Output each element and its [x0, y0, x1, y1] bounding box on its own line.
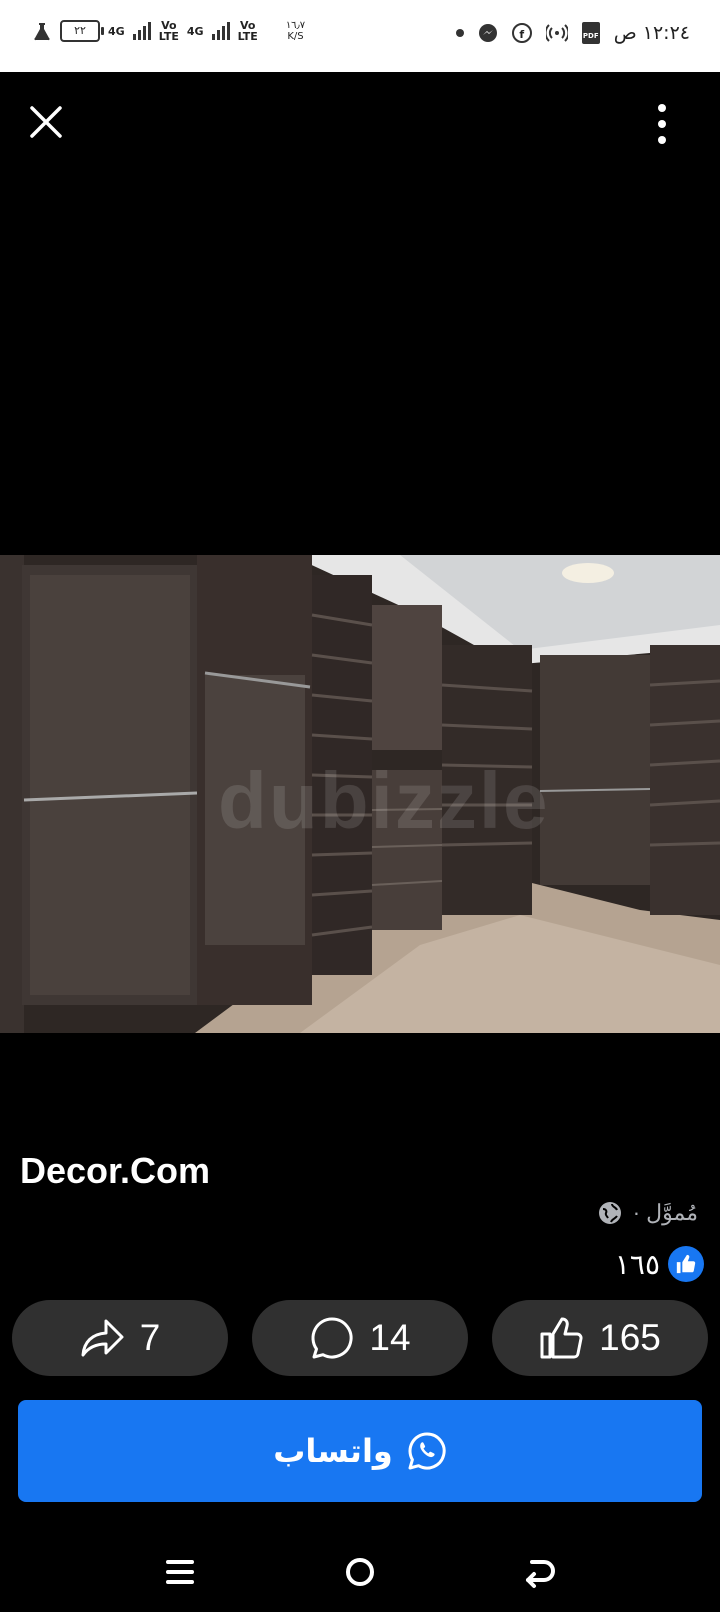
close-icon	[30, 106, 62, 138]
page-title[interactable]: Decor.Com	[20, 1150, 210, 1192]
network-type-1: 4G	[108, 24, 125, 38]
back-icon	[526, 1560, 555, 1588]
pdf-icon: PDF	[581, 22, 600, 44]
whatsapp-button[interactable]: واتساب	[18, 1400, 702, 1502]
more-options-button[interactable]	[652, 104, 672, 148]
recents-button[interactable]	[158, 1550, 202, 1594]
reaction-count: ١٦٥	[614, 1248, 660, 1280]
comment-button[interactable]: 14	[252, 1300, 468, 1376]
messenger-icon	[478, 24, 497, 42]
watermark: dubizzle	[218, 756, 550, 845]
notification-dot-icon	[455, 29, 464, 37]
post-photo[interactable]: dubizzle	[0, 555, 720, 1033]
like-reaction-icon	[668, 1246, 704, 1282]
volte-1: Vo LTE	[158, 19, 179, 43]
home-button[interactable]	[338, 1550, 382, 1594]
share-button[interactable]: 7	[12, 1300, 228, 1376]
hotspot-icon	[545, 24, 568, 42]
globe-icon	[598, 1202, 621, 1224]
comment-icon	[311, 1317, 353, 1359]
status-bar: ٢٢ 4G Vo LTE 4G Vo LTE ١٦٫٧ K/S f PDF ١٢:٢٤…	[0, 0, 720, 72]
network-speed: ١٦٫٧ K/S	[285, 20, 306, 42]
signal-bars-2-icon	[211, 22, 230, 40]
like-icon	[540, 1317, 583, 1359]
clock: ١٢:٢٤ ص	[613, 22, 690, 44]
battery-indicator: ٢٢	[60, 20, 104, 42]
reaction-summary[interactable]: ١٦٥	[615, 1246, 704, 1282]
whatsapp-icon	[408, 1432, 446, 1470]
signal-bars-1-icon	[132, 22, 151, 40]
network-type-2: 4G	[186, 24, 204, 38]
like-count: 165	[599, 1317, 661, 1358]
facebook-icon: f	[511, 23, 532, 43]
share-icon	[81, 1319, 124, 1357]
back-button[interactable]	[518, 1550, 562, 1594]
home-circle-icon	[346, 1558, 374, 1586]
menu-icon	[166, 1560, 194, 1584]
comment-count: 14	[369, 1317, 411, 1358]
volte-2: Vo LTE	[237, 19, 258, 43]
like-button[interactable]: 165	[492, 1300, 708, 1376]
system-nav-bar	[0, 1530, 720, 1612]
whatsapp-label: واتساب	[273, 1432, 393, 1470]
sponsored-label: مُموَّل ·	[632, 1200, 698, 1225]
sponsored-line: مُموَّل ·	[597, 1200, 698, 1226]
flask-icon	[34, 23, 50, 41]
close-button[interactable]	[26, 102, 66, 142]
share-count: 7	[139, 1317, 161, 1358]
